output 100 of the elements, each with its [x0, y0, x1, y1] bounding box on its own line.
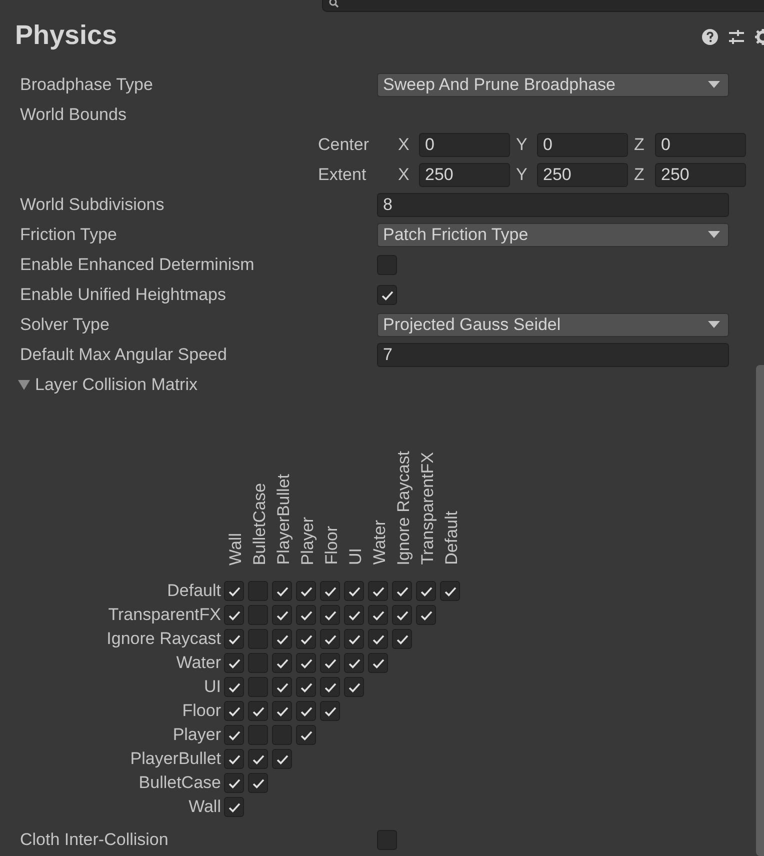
matrix-checkbox[interactable]: [248, 701, 268, 721]
matrix-checkbox[interactable]: [224, 797, 244, 817]
dropdown[interactable]: Patch Friction Type: [377, 223, 729, 247]
check-icon: [348, 610, 360, 620]
matrix-checkbox[interactable]: [368, 605, 388, 625]
matrix-checkbox[interactable]: [392, 581, 412, 601]
matrix-checkbox[interactable]: [272, 581, 292, 601]
matrix-checkbox[interactable]: [272, 725, 292, 745]
check-icon: [276, 754, 288, 764]
matrix-checkbox[interactable]: [224, 581, 244, 601]
matrix-checkbox[interactable]: [344, 653, 364, 673]
matrix-checkbox[interactable]: [320, 605, 340, 625]
check-icon: [372, 610, 384, 620]
check-icon: [228, 778, 240, 788]
settings-icon[interactable]: [755, 29, 764, 45]
matrix-checkbox[interactable]: [344, 605, 364, 625]
number-field[interactable]: 0: [419, 133, 510, 157]
caret-icon: [708, 321, 720, 329]
matrix-checkbox[interactable]: [248, 581, 268, 601]
matrix-checkbox[interactable]: [248, 677, 268, 697]
check-icon: [300, 706, 312, 716]
number-field[interactable]: 250: [537, 163, 628, 187]
sliders-icon[interactable]: [728, 29, 745, 45]
row-label: Wall: [188, 796, 222, 818]
matrix-checkbox[interactable]: [272, 701, 292, 721]
check-icon: [300, 682, 312, 692]
checkbox[interactable]: [377, 255, 397, 275]
matrix-checkbox[interactable]: [224, 749, 244, 769]
matrix-checkbox[interactable]: [296, 605, 316, 625]
foldout-toggle[interactable]: Layer Collision Matrix: [18, 372, 198, 398]
matrix-checkbox[interactable]: [272, 629, 292, 649]
number-field[interactable]: 250: [655, 163, 746, 187]
matrix-checkbox[interactable]: [320, 629, 340, 649]
matrix-checkbox[interactable]: [272, 605, 292, 625]
matrix-checkbox[interactable]: [368, 581, 388, 601]
matrix-checkbox[interactable]: [272, 749, 292, 769]
matrix-checkbox[interactable]: [248, 725, 268, 745]
matrix-checkbox[interactable]: [248, 653, 268, 673]
dropdown[interactable]: Projected Gauss Seidel: [377, 313, 729, 337]
checkbox[interactable]: [377, 830, 397, 850]
axis-label: Z: [634, 164, 646, 186]
checkbox[interactable]: [377, 285, 397, 305]
matrix-checkbox[interactable]: [224, 701, 244, 721]
matrix-checkbox[interactable]: [368, 629, 388, 649]
column-label: UI: [346, 548, 366, 565]
check-icon: [276, 706, 288, 716]
matrix-checkbox[interactable]: [392, 605, 412, 625]
matrix-checkbox[interactable]: [368, 653, 388, 673]
matrix-checkbox[interactable]: [248, 629, 268, 649]
matrix-checkbox[interactable]: [224, 773, 244, 793]
matrix-checkbox[interactable]: [416, 605, 436, 625]
matrix-checkbox[interactable]: [296, 629, 316, 649]
matrix-checkbox[interactable]: [224, 725, 244, 745]
row-label: BulletCase: [138, 772, 222, 794]
check-icon: [228, 634, 240, 644]
number-field[interactable]: 0: [655, 133, 746, 157]
matrix-checkbox[interactable]: [224, 605, 244, 625]
matrix-checkbox[interactable]: [320, 701, 340, 721]
check-icon: [324, 586, 336, 596]
matrix-checkbox[interactable]: [248, 773, 268, 793]
dropdown[interactable]: Sweep And Prune Broadphase: [377, 73, 729, 97]
check-icon: [348, 658, 360, 668]
row-label: TransparentFX: [107, 604, 222, 626]
matrix-checkbox[interactable]: [296, 581, 316, 601]
matrix-checkbox[interactable]: [440, 581, 460, 601]
matrix-checkbox[interactable]: [272, 653, 292, 673]
matrix-checkbox[interactable]: [224, 629, 244, 649]
matrix-checkbox[interactable]: [248, 749, 268, 769]
matrix-checkbox[interactable]: [320, 653, 340, 673]
matrix-checkbox[interactable]: [416, 581, 436, 601]
matrix-checkbox[interactable]: [320, 581, 340, 601]
scrollbar-thumb[interactable]: [756, 365, 764, 856]
matrix-checkbox[interactable]: [248, 605, 268, 625]
search-field[interactable]: [322, 0, 764, 12]
matrix-checkbox[interactable]: [344, 581, 364, 601]
matrix-checkbox[interactable]: [320, 677, 340, 697]
matrix-checkbox[interactable]: [344, 629, 364, 649]
matrix-checkbox[interactable]: [296, 653, 316, 673]
number-field[interactable]: 8: [377, 193, 729, 217]
matrix-checkbox[interactable]: [224, 653, 244, 673]
check-icon: [228, 802, 240, 812]
check-icon: [420, 586, 432, 596]
matrix-checkbox[interactable]: [296, 677, 316, 697]
matrix-checkbox[interactable]: [296, 725, 316, 745]
check-icon: [228, 730, 240, 740]
column-label: Wall: [226, 532, 246, 565]
matrix-checkbox[interactable]: [392, 629, 412, 649]
help-icon[interactable]: [702, 29, 718, 45]
check-icon: [372, 634, 384, 644]
number-field[interactable]: 250: [419, 163, 510, 187]
property-label: Friction Type: [19, 224, 118, 246]
matrix-checkbox[interactable]: [272, 677, 292, 697]
number-field[interactable]: 0: [537, 133, 628, 157]
check-icon: [276, 634, 288, 644]
matrix-checkbox[interactable]: [296, 701, 316, 721]
matrix-checkbox[interactable]: [224, 677, 244, 697]
number-field[interactable]: 7: [377, 343, 729, 367]
matrix-checkbox[interactable]: [344, 677, 364, 697]
axis-label: Y: [516, 134, 528, 156]
check-icon: [276, 586, 288, 596]
